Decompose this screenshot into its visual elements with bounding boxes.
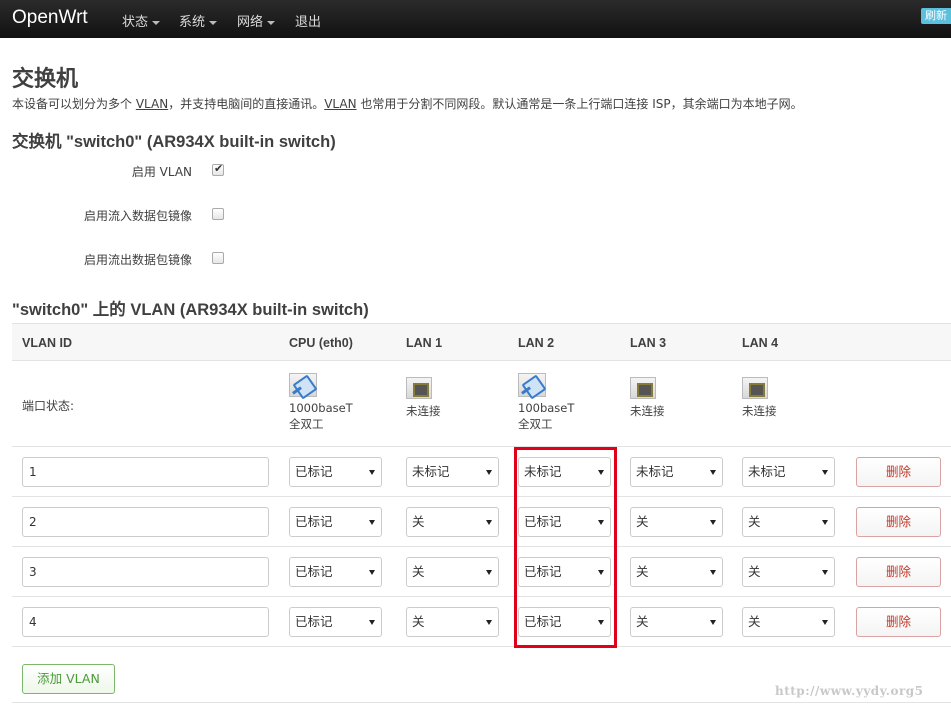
delete-vlan-button[interactable]: 删除 bbox=[856, 607, 941, 637]
lan3-select[interactable]: 关 bbox=[630, 557, 723, 587]
nav-menu-network[interactable]: 网络 bbox=[237, 11, 276, 30]
lan4-select[interactable]: 未标记 bbox=[742, 457, 835, 487]
vlan-table-header: VLAN ID CPU (eth0) LAN 1 LAN 2 LAN 3 LAN… bbox=[12, 323, 951, 361]
cpu-select[interactable]: 已标记 bbox=[289, 457, 382, 487]
lan4-select[interactable]: 关 bbox=[742, 607, 835, 637]
ethernet-connected-icon bbox=[518, 373, 546, 397]
cpu-select[interactable]: 已标记 bbox=[289, 507, 382, 537]
vlan-id-input[interactable]: 3 bbox=[22, 557, 269, 587]
dropdown-arrow-icon bbox=[822, 620, 828, 625]
top-navbar: OpenWrt 状态 系统 网络 退出 刷新 bbox=[0, 0, 951, 38]
vlan-row-3: 3 已标记 关 已标记 关 关 删除 bbox=[12, 547, 951, 597]
port-lan2-status: 100baseT 全双工 bbox=[518, 373, 574, 432]
header-vlan-id: VLAN ID bbox=[22, 336, 72, 350]
dropdown-arrow-icon bbox=[369, 620, 375, 625]
lan3-select[interactable]: 未标记 bbox=[630, 457, 723, 487]
nav-menu-logout[interactable]: 退出 bbox=[295, 11, 321, 30]
egress-mirror-checkbox[interactable] bbox=[212, 252, 224, 264]
delete-vlan-button[interactable]: 删除 bbox=[856, 507, 941, 537]
dropdown-arrow-icon bbox=[822, 470, 828, 475]
brand-logo[interactable]: OpenWrt bbox=[12, 7, 88, 29]
header-lan1: LAN 1 bbox=[406, 336, 443, 350]
dropdown-arrow-icon bbox=[486, 570, 492, 575]
cpu-select[interactable]: 已标记 bbox=[289, 557, 382, 587]
vlan-table: VLAN ID CPU (eth0) LAN 1 LAN 2 LAN 3 LAN… bbox=[12, 323, 951, 703]
vlan-row-4: 4 已标记 关 已标记 关 关 删除 bbox=[12, 597, 951, 647]
vlan-abbr: VLAN bbox=[324, 97, 357, 111]
add-vlan-button[interactable]: 添加 VLAN bbox=[22, 664, 115, 694]
vlan-row-2: 2 已标记 关 已标记 关 关 删除 bbox=[12, 497, 951, 547]
watermark: http://www.yydy.org5 bbox=[775, 684, 924, 698]
caret-down-icon bbox=[209, 20, 218, 25]
header-cpu: CPU (eth0) bbox=[289, 336, 353, 350]
lan3-select[interactable]: 关 bbox=[630, 507, 723, 537]
vlan-section-title: "switch0" 上的 VLAN (AR934X built-in switc… bbox=[12, 301, 369, 319]
header-lan4: LAN 4 bbox=[742, 336, 779, 350]
lan1-select[interactable]: 未标记 bbox=[406, 457, 499, 487]
dropdown-arrow-icon bbox=[710, 470, 716, 475]
ethernet-connected-icon bbox=[289, 373, 317, 397]
vlan-id-input[interactable]: 4 bbox=[22, 607, 269, 637]
dropdown-arrow-icon bbox=[486, 620, 492, 625]
header-lan2: LAN 2 bbox=[518, 336, 555, 350]
nav-menu-system[interactable]: 系统 bbox=[179, 11, 218, 30]
port-lan1-status: 未连接 bbox=[406, 373, 441, 419]
delete-vlan-button[interactable]: 删除 bbox=[856, 557, 941, 587]
cpu-select[interactable]: 已标记 bbox=[289, 607, 382, 637]
header-lan3: LAN 3 bbox=[630, 336, 667, 350]
port-lan4-status: 未连接 bbox=[742, 373, 777, 419]
divider bbox=[12, 702, 951, 703]
vlan-row-1: 1 已标记 未标记 未标记 未标记 未标记 删除 bbox=[12, 447, 951, 497]
lan3-select[interactable]: 关 bbox=[630, 607, 723, 637]
delete-vlan-button[interactable]: 删除 bbox=[856, 457, 941, 487]
refresh-button[interactable]: 刷新 bbox=[921, 8, 951, 24]
vlan-id-input[interactable]: 2 bbox=[22, 507, 269, 537]
lan1-select[interactable]: 关 bbox=[406, 557, 499, 587]
nav-menu-status[interactable]: 状态 bbox=[122, 11, 161, 30]
dropdown-arrow-icon bbox=[486, 470, 492, 475]
ethernet-disconnected-icon bbox=[630, 377, 656, 399]
port-status-label: 端口状态: bbox=[22, 399, 75, 413]
enable-vlan-label: 启用 VLAN bbox=[131, 165, 192, 179]
ingress-mirror-label: 启用流入数据包镜像 bbox=[83, 209, 192, 223]
page-title: 交换机 bbox=[12, 67, 79, 92]
lan1-select[interactable]: 关 bbox=[406, 507, 499, 537]
dropdown-arrow-icon bbox=[369, 520, 375, 525]
ethernet-disconnected-icon bbox=[742, 377, 768, 399]
enable-vlan-checkbox[interactable] bbox=[212, 162, 224, 176]
lan2-column-highlight bbox=[514, 447, 617, 648]
page-description: 本设备可以划分为多个 VLAN，并支持电脑间的直接通讯。VLAN 也常用于分割不… bbox=[12, 97, 803, 111]
dropdown-arrow-icon bbox=[486, 520, 492, 525]
lan4-select[interactable]: 关 bbox=[742, 557, 835, 587]
dropdown-arrow-icon bbox=[710, 620, 716, 625]
ingress-mirror-checkbox[interactable] bbox=[212, 208, 224, 220]
port-cpu-status: 1000baseT 全双工 bbox=[289, 373, 353, 432]
ethernet-disconnected-icon bbox=[406, 377, 432, 399]
switch-section-title: 交换机 "switch0" (AR934X built-in switch) bbox=[12, 133, 336, 151]
lan4-select[interactable]: 关 bbox=[742, 507, 835, 537]
dropdown-arrow-icon bbox=[369, 570, 375, 575]
caret-down-icon bbox=[152, 20, 161, 25]
dropdown-arrow-icon bbox=[822, 570, 828, 575]
vlan-id-input[interactable]: 1 bbox=[22, 457, 269, 487]
dropdown-arrow-icon bbox=[369, 470, 375, 475]
lan1-select[interactable]: 关 bbox=[406, 607, 499, 637]
dropdown-arrow-icon bbox=[710, 520, 716, 525]
dropdown-arrow-icon bbox=[822, 520, 828, 525]
port-lan3-status: 未连接 bbox=[630, 373, 665, 419]
port-status-row: 端口状态: 1000baseT 全双工 未连接 100baseT 全双工 未连接… bbox=[12, 361, 951, 447]
egress-mirror-label: 启用流出数据包镜像 bbox=[83, 253, 192, 267]
vlan-abbr: VLAN bbox=[135, 97, 169, 111]
caret-down-icon bbox=[267, 20, 276, 25]
dropdown-arrow-icon bbox=[710, 570, 716, 575]
